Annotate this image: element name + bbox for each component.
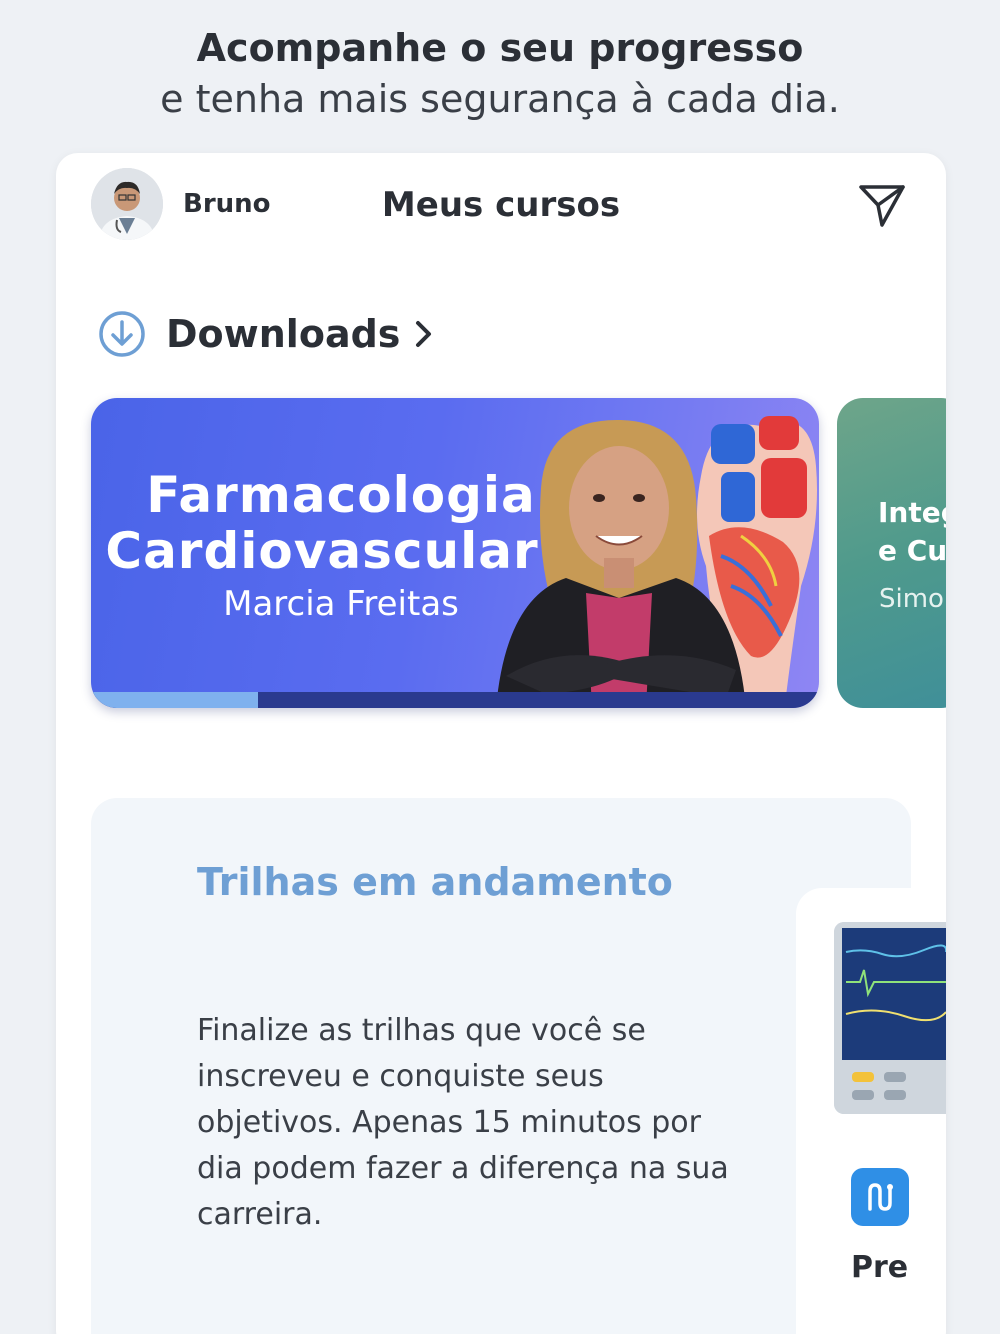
course-title-line2: e Cu (878, 534, 946, 567)
instructor-photo (496, 419, 746, 708)
trail-card-title: Pre (851, 1250, 909, 1285)
course-progress-bar (91, 692, 819, 708)
route-icon (851, 1168, 909, 1226)
course-author: Simon (879, 584, 946, 614)
course-card[interactable]: Integ e Cu Simon (837, 398, 946, 708)
promo-headline: Acompanhe o seu progresso (196, 26, 804, 70)
course-card[interactable]: Farmacologia Cardiovascular I Marcia Fre… (91, 398, 819, 708)
send-icon[interactable] (856, 179, 908, 231)
promo-header: Acompanhe o seu progresso e tenha mais s… (0, 22, 1000, 124)
downloads-label: Downloads (166, 312, 401, 356)
trails-section: Trilhas em andamento Finalize as trilhas… (91, 798, 946, 1334)
trails-description: Finalize as trilhas que você se inscreve… (197, 1013, 729, 1232)
download-circle-icon (99, 311, 145, 357)
trails-title: Trilhas em andamento (197, 860, 673, 904)
trail-card[interactable]: Pre (796, 888, 946, 1334)
app-screen: Bruno Meus cursos Downloads Farmacologia… (56, 153, 946, 1334)
page-title: Meus cursos (381, 185, 621, 225)
course-progress-fill (91, 692, 259, 708)
course-title-line1: Integ (878, 496, 946, 529)
trail-card-image (834, 922, 946, 1114)
chevron-right-icon (416, 321, 432, 347)
promo-subheadline: e tenha mais segurança à cada dia. (160, 77, 840, 121)
downloads-link[interactable]: Downloads (98, 309, 434, 359)
